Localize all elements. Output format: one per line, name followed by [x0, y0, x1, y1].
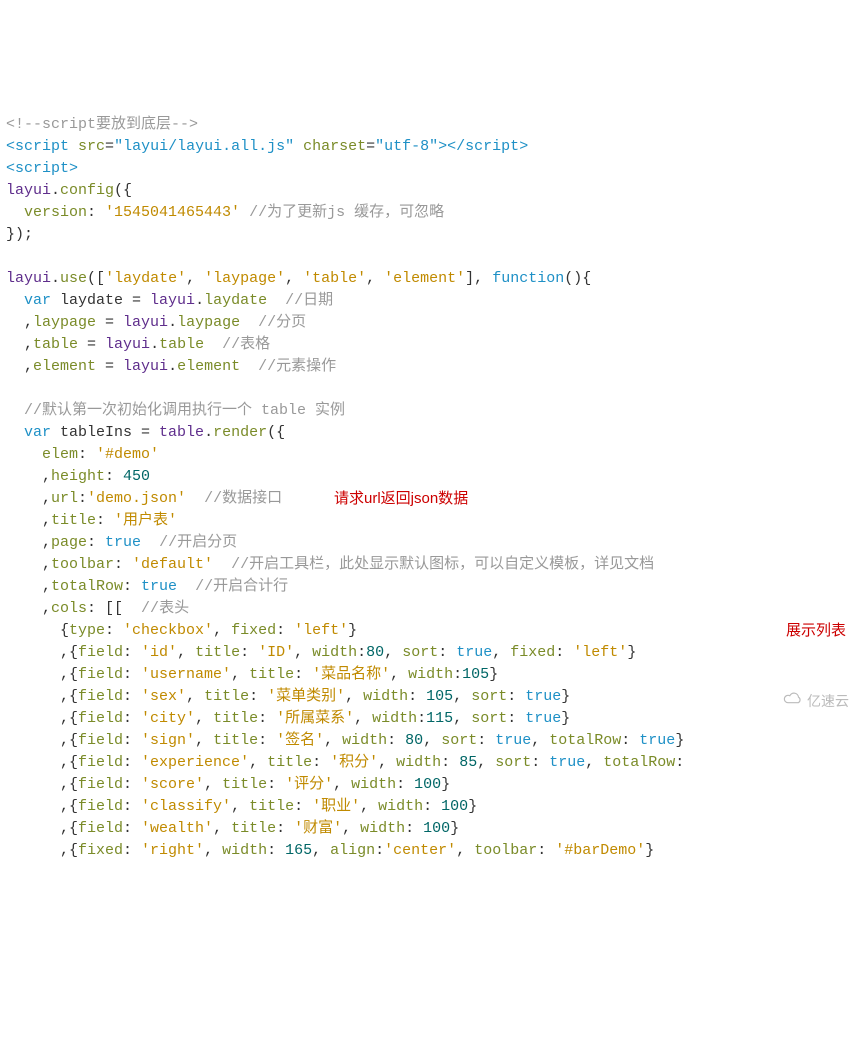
annotation-cols: 展示列表	[786, 620, 846, 642]
code-line: ,{field: 'classify', title: '职业', width:…	[6, 798, 477, 815]
code-line: <!--script要放到底层-->	[6, 116, 198, 133]
code-line: ,url:'demo.json' //数据接口	[6, 490, 282, 507]
code-line: version: '1545041465443' //为了更新js 缓存，可忽略	[6, 204, 444, 221]
code-line: <script src="layui/layui.all.js" charset…	[6, 138, 528, 155]
code-line: ,page: true //开启分页	[6, 534, 237, 551]
code-line: var tableIns = table.render({	[6, 424, 285, 441]
annotation-url: 请求url返回json数据	[334, 488, 468, 510]
code-line: ,{field: 'wealth', title: '财富', width: 1…	[6, 820, 459, 837]
code-line: });	[6, 226, 33, 243]
code-line: ,toolbar: 'default' //开启工具栏，此处显示默认图标，可以自…	[6, 556, 654, 573]
watermark: 亿速云	[766, 668, 849, 734]
code-line: ,totalRow: true //开启合计行	[6, 578, 288, 595]
code-line: //默认第一次初始化调用执行一个 table 实例	[6, 402, 345, 419]
watermark-text: 亿速云	[807, 690, 849, 712]
code-line: <script>	[6, 160, 78, 177]
code-line: ,{field: 'username', title: '菜品名称', widt…	[6, 666, 498, 683]
code-line: ,height: 450	[6, 468, 150, 485]
code-line: ,{field: 'sex', title: '菜单类别', width: 10…	[6, 688, 570, 705]
code-line: var laydate = layui.laydate //日期	[6, 292, 333, 309]
cloud-icon	[766, 668, 804, 734]
code-line: ,table = layui.table //表格	[6, 336, 270, 353]
code-line: ,{field: 'score', title: '评分', width: 10…	[6, 776, 450, 793]
code-line: ,laypage = layui.laypage //分页	[6, 314, 306, 331]
code-line: ,title: '用户表'	[6, 512, 177, 529]
code-line: ,cols: [[ //表头	[6, 600, 189, 617]
code-line: ,element = layui.element //元素操作	[6, 358, 336, 375]
code-line: {type: 'checkbox', fixed: 'left'}	[6, 622, 357, 639]
code-line: elem: '#demo'	[6, 446, 159, 463]
code-line: layui.use(['laydate', 'laypage', 'table'…	[6, 270, 591, 287]
code-line: layui.config({	[6, 182, 132, 199]
code-block: <!--script要放到底层--> <script src="layui/la…	[6, 92, 849, 906]
code-line: ,{field: 'sign', title: '签名', width: 80,…	[6, 732, 684, 749]
code-line: ,{field: 'experience', title: '积分', widt…	[6, 754, 684, 771]
code-line: ,{fixed: 'right', width: 165, align:'cen…	[6, 842, 654, 859]
code-line: ,{field: 'city', title: '所属菜系', width:11…	[6, 710, 570, 727]
code-line: ,{field: 'id', title: 'ID', width:80, so…	[6, 644, 636, 661]
